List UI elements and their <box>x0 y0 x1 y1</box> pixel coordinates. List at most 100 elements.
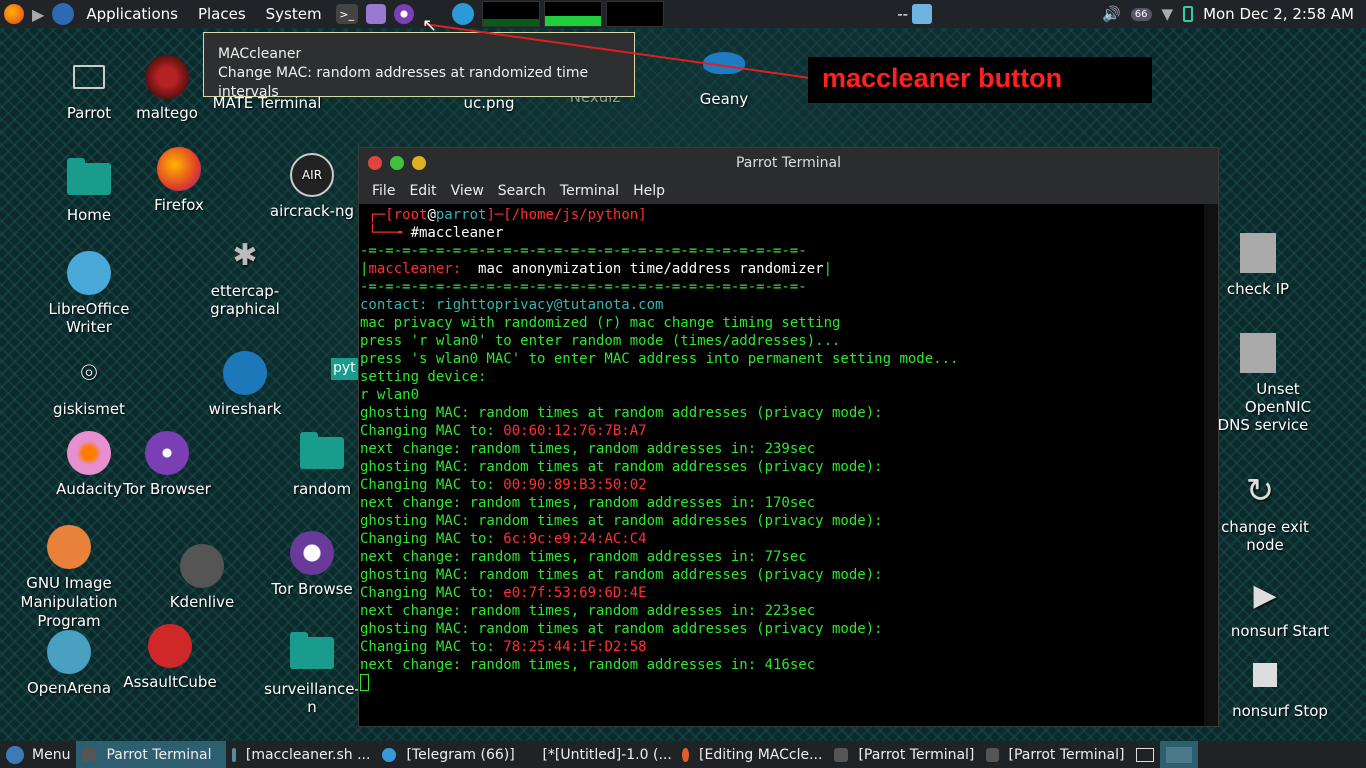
battery-icon[interactable] <box>1183 6 1194 22</box>
refresh-icon: ↻ <box>1245 471 1275 511</box>
menu-terminal[interactable]: Terminal <box>553 183 626 199</box>
menu-help[interactable]: Help <box>626 183 672 199</box>
maccleaner-launcher[interactable] <box>448 0 478 28</box>
menu-file[interactable]: File <box>365 183 402 199</box>
desktop-icon-ettercap[interactable]: ✱ ettercap-graphical <box>180 232 310 319</box>
menu-edit[interactable]: Edit <box>402 183 443 199</box>
contact-label: contact: <box>360 297 428 313</box>
minimize-button[interactable] <box>412 156 426 170</box>
kdenlive-icon <box>179 543 225 589</box>
desktop-icon-label: pyt <box>333 360 356 376</box>
terminal-scrollbar[interactable] <box>1204 204 1218 726</box>
desktop-icon-label: Tor Browser <box>123 480 211 498</box>
desktop-icon-label: Home <box>66 206 112 224</box>
firefox-icon <box>156 146 202 192</box>
taskbar-item-telegram[interactable]: [Telegram (66)] <box>376 741 526 768</box>
desktop-icon-surveillance-folder[interactable]: surveillance-n <box>262 630 362 716</box>
desktop-icon-giskismet[interactable]: ⌾ giskismet <box>24 350 154 418</box>
taskbar: Menu Parrot Terminal [maccleaner.sh ... … <box>0 741 1366 768</box>
desktop-icon-wireshark[interactable]: wireshark <box>180 350 310 418</box>
clock[interactable]: Mon Dec 2, 2:58 AM <box>1203 5 1354 23</box>
menu-view[interactable]: View <box>444 183 491 199</box>
desktop-icon-label: Firefox <box>154 196 204 214</box>
folder-icon <box>289 630 335 676</box>
system-menu[interactable]: System <box>256 0 332 28</box>
desktop-icon-firefox[interactable]: Firefox <box>114 146 244 214</box>
taskbar-item-label: [Telegram (66)] <box>406 746 515 763</box>
ghost-line: ghosting MAC: random times at random add… <box>360 405 883 421</box>
network-status-icon[interactable]: ▼ <box>1162 5 1174 23</box>
desktop-icon-python-script[interactable]: pyt <box>331 358 359 380</box>
command-line: └──╼ #maccleaner <box>360 225 504 241</box>
tooltip-description: Change MAC: random addresses at randomiz… <box>218 65 589 100</box>
banner-divider: -=-=-=-=-=-=-=-=-=-=-=-=-=-=-=-=-=-=-=-=… <box>360 243 807 259</box>
desktop-icon-label: check IP <box>1226 280 1290 298</box>
maccleaner-tooltip: MACcleaner Change MAC: random addresses … <box>203 32 635 100</box>
changing-line: Changing MAC to: 00:90:89:B3:50:02 <box>360 476 1204 494</box>
openarena-icon <box>46 629 92 675</box>
taskbar-item-label: [Parrot Terminal] <box>858 746 975 763</box>
stop-icon <box>1242 652 1288 698</box>
desktop-icon-label: wireshark <box>208 400 282 418</box>
desktop-icon-anonsurf-start[interactable]: ▶ nonsurf Start <box>1200 572 1330 641</box>
desktop-icon-kdenlive[interactable]: Kdenlive <box>137 543 267 611</box>
annotation-text: maccleaner button <box>822 63 1063 93</box>
desktop-icon-tor-browser-2[interactable]: Tor Browse <box>262 530 362 598</box>
assaultcube-icon <box>147 623 193 669</box>
taskbar-item-parrot-terminal-2[interactable]: [Parrot Terminal] <box>828 741 980 768</box>
desktop-icon-libreoffice-writer[interactable]: LibreOffice Writer <box>24 250 154 336</box>
tooltip-title: MACcleaner <box>218 46 302 62</box>
changing-label: Changing MAC to: <box>360 531 504 547</box>
taskbar-item-parrot-terminal[interactable]: Parrot Terminal <box>76 741 227 768</box>
desktop-icon-label: Tor Browse <box>271 580 353 598</box>
firefox-launcher[interactable] <box>0 0 28 28</box>
terminal-titlebar[interactable]: Parrot Terminal <box>359 148 1218 178</box>
changing-line: Changing MAC to: 78:25:44:1F:D2:58 <box>360 638 1204 656</box>
taskbar-item-editing[interactable]: [Editing MACcle... <box>676 741 828 768</box>
wireshark-fin-icon <box>222 350 268 396</box>
taskbar-item-untitled[interactable]: [*[Untitled]-1.0 (... <box>526 741 676 768</box>
taskbar-item-label: [*[Untitled]-1.0 (... <box>542 746 672 763</box>
tor-launcher[interactable] <box>390 0 418 28</box>
menu-search[interactable]: Search <box>491 183 553 199</box>
changing-label: Changing MAC to: <box>360 477 504 493</box>
desktop-icon-geany[interactable]: Geany <box>659 40 789 108</box>
text-editor-launcher[interactable] <box>362 0 390 28</box>
notes-icon[interactable] <box>912 4 933 24</box>
desktop-icon-assaultcube[interactable]: AssaultCube <box>105 623 235 691</box>
close-button[interactable] <box>368 156 382 170</box>
volume-icon[interactable]: 🔊 <box>1102 5 1121 23</box>
desktop-icon-label: nonsurf Start <box>1230 622 1330 640</box>
changing-label: Changing MAC to: <box>360 639 504 655</box>
text-cursor <box>360 674 369 691</box>
taskbar-item-maccleaner[interactable]: [maccleaner.sh ... <box>226 741 376 768</box>
maximize-button[interactable] <box>390 156 404 170</box>
tor-onion-icon <box>144 430 190 476</box>
terminal-launcher[interactable]: >_ <box>332 0 362 28</box>
terminal-title: Parrot Terminal <box>735 155 842 171</box>
desktop-icon-tor-browser[interactable]: Tor Browser <box>102 430 232 498</box>
command-text: #maccleaner <box>410 225 504 241</box>
workspace-switcher[interactable] <box>1160 741 1199 768</box>
changing-line: Changing MAC to: 00:60:12:76:7B:A7 <box>360 422 1204 440</box>
desktop-icon-aircrack[interactable]: AIR aircrack-ng <box>262 152 362 220</box>
next-change-line: next change: random times, random addres… <box>360 549 807 565</box>
places-label: Places <box>197 5 246 23</box>
play-launcher[interactable]: ▶ <box>28 0 48 28</box>
notification-badge[interactable]: 66 <box>1130 7 1152 21</box>
tor-icon <box>393 4 414 24</box>
tor-onion-icon <box>289 530 335 576</box>
prompt-at: @ <box>427 207 436 223</box>
terminal-output[interactable]: ┌─[root@parrot]─[/home/js/python] └──╼ #… <box>359 204 1204 726</box>
taskbar-menu-button[interactable]: Menu <box>0 741 76 768</box>
keyboard-layout-button[interactable] <box>1130 741 1160 768</box>
places-menu[interactable]: Places <box>188 0 256 28</box>
desktop-icon-gimp[interactable]: GNU Image Manipulation Program <box>4 524 134 631</box>
taskbar-item-parrot-terminal-3[interactable]: [Parrot Terminal] <box>980 741 1130 768</box>
applications-menu[interactable]: Applications <box>48 0 188 28</box>
changing-line: Changing MAC to: e0:7f:53:69:6D:4E <box>360 584 1204 602</box>
mac-address: 6c:9c:e9:24:AC:C4 <box>503 531 647 547</box>
cursor-line <box>360 674 1204 696</box>
terminal-window[interactable]: Parrot Terminal File Edit View Search Te… <box>358 147 1219 727</box>
desktop-icon-anonsurf-stop[interactable]: nonsurf Stop <box>1200 652 1330 720</box>
